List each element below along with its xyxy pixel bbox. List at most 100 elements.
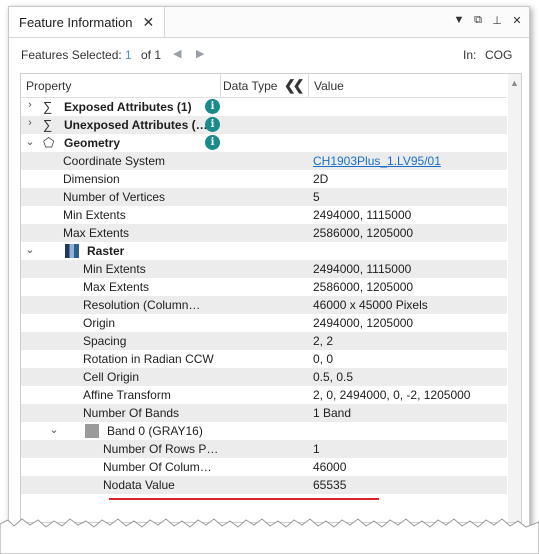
column-header-property[interactable]: Property bbox=[26, 79, 71, 93]
table-row[interactable]: ⌄ Band 0 (GRAY16) bbox=[21, 422, 507, 440]
sum-icon: ∑ bbox=[43, 117, 53, 132]
property-value: 0, 0 bbox=[313, 352, 334, 366]
property-value: 2, 2 bbox=[313, 334, 334, 348]
property-label: Origin bbox=[83, 316, 116, 330]
table-header: Property Data Type ❮❮ Value bbox=[21, 74, 507, 98]
table-row[interactable]: Number Of Colum… 46000 bbox=[21, 458, 507, 476]
property-label: Number of Vertices bbox=[63, 190, 166, 204]
expand-chevron-icon[interactable]: › bbox=[25, 117, 35, 129]
panel-menu-icon[interactable]: ▼ bbox=[452, 14, 466, 26]
table-row[interactable]: Min Extents 2494000, 1115000 bbox=[21, 206, 507, 224]
table-row[interactable]: Rotation in Radian CCW 0, 0 bbox=[21, 350, 507, 368]
feature-information-panel: Feature Information ✕ ▼ ⧉ ⊥ ✕ Features S… bbox=[8, 6, 530, 528]
property-label: Cell Origin bbox=[83, 370, 140, 384]
coordinate-system-link[interactable]: CH1903Plus_1.LV95/01 bbox=[313, 154, 441, 168]
property-value: 2494000, 1115000 bbox=[313, 262, 412, 276]
table-row[interactable]: Max Extents 2586000, 1205000 bbox=[21, 278, 507, 296]
property-label: Raster bbox=[87, 244, 125, 258]
table-rows: › ∑ Exposed Attributes (1) i › ∑ Unexposed Att… bbox=[21, 98, 507, 494]
table-row[interactable]: Spacing 2, 2 bbox=[21, 332, 507, 350]
table-row[interactable]: Dimension 2D bbox=[21, 170, 507, 188]
property-label: Dimension bbox=[63, 172, 120, 186]
tab-title: Feature Information bbox=[19, 14, 133, 30]
collapse-chevron-icon[interactable]: ⌄ bbox=[49, 423, 59, 436]
table-row[interactable]: › ∑ Exposed Attributes (1) i bbox=[21, 98, 507, 116]
table-row[interactable]: Coordinate System CH1903Plus_1.LV95/01 bbox=[21, 152, 507, 170]
collapse-chevron-icon[interactable]: ⌄ bbox=[25, 243, 35, 256]
table-row[interactable]: Number Of Rows P… 1 bbox=[21, 440, 507, 458]
property-value: 2586000, 1205000 bbox=[313, 280, 414, 294]
table-row[interactable]: Cell Origin 0.5, 0.5 bbox=[21, 368, 507, 386]
features-total: of 1 bbox=[141, 48, 162, 62]
table-row[interactable]: Min Extents 2494000, 1115000 bbox=[21, 260, 507, 278]
property-value: 46000 x 45000 Pixels bbox=[313, 298, 428, 312]
property-label: Resolution (Column… bbox=[83, 298, 201, 312]
table-row[interactable]: Origin 2494000, 1205000 bbox=[21, 314, 507, 332]
annotation-underline bbox=[109, 498, 379, 500]
collapse-chevron-icon[interactable]: ⌄ bbox=[25, 135, 35, 148]
info-icon[interactable]: i bbox=[205, 135, 220, 150]
property-label: Number Of Bands bbox=[83, 406, 180, 420]
close-panel-icon[interactable]: ✕ bbox=[510, 14, 524, 27]
table-row[interactable]: Max Extents 2586000, 1205000 bbox=[21, 224, 507, 242]
torn-edge-decoration bbox=[0, 518, 539, 554]
tab-bar: Feature Information ✕ ▼ ⧉ ⊥ ✕ bbox=[9, 7, 529, 38]
property-label: Rotation in Radian CCW bbox=[83, 352, 214, 366]
property-value: 1 Band bbox=[313, 406, 352, 420]
expand-chevron-icon[interactable]: › bbox=[25, 99, 35, 111]
property-label: Spacing bbox=[83, 334, 127, 348]
raster-icon bbox=[65, 244, 79, 258]
property-value: 0.5, 0.5 bbox=[313, 370, 354, 384]
table-row[interactable]: Number Of Bands 1 Band bbox=[21, 404, 507, 422]
table-row[interactable]: Number of Vertices 5 bbox=[21, 188, 507, 206]
property-label: Geometry bbox=[64, 136, 121, 150]
column-header-data-type[interactable]: Data Type bbox=[223, 79, 277, 93]
restore-icon[interactable]: ⧉ bbox=[471, 14, 485, 27]
property-value: 2494000, 1115000 bbox=[313, 208, 412, 222]
property-value: 46000 bbox=[313, 460, 347, 474]
property-value: 2, 0, 2494000, 0, -2, 1205000 bbox=[313, 388, 471, 402]
geometry-icon: ⬠ bbox=[43, 135, 55, 150]
column-divider[interactable] bbox=[308, 74, 309, 97]
property-label: Exposed Attributes (1) bbox=[64, 100, 192, 114]
scroll-up-icon[interactable]: ▲ bbox=[510, 78, 519, 88]
property-value: 2494000, 1205000 bbox=[313, 316, 414, 330]
in-label: In: bbox=[463, 48, 477, 62]
column-divider[interactable] bbox=[220, 74, 221, 97]
property-label: Min Extents bbox=[83, 262, 146, 276]
table-row[interactable]: ⌄ Raster bbox=[21, 242, 507, 260]
property-label: Nodata Value bbox=[103, 478, 175, 492]
in-dataset-value: COG bbox=[485, 48, 513, 62]
close-tab-icon[interactable]: ✕ bbox=[142, 14, 154, 31]
property-label: Band 0 (GRAY16) bbox=[107, 424, 203, 438]
table-row[interactable]: › ∑ Unexposed Attributes (… i bbox=[21, 116, 507, 134]
info-icon[interactable]: i bbox=[205, 99, 220, 114]
vertical-scrollbar[interactable] bbox=[508, 74, 521, 522]
property-label: Max Extents bbox=[63, 226, 130, 240]
property-label: Min Extents bbox=[63, 208, 126, 222]
table-row[interactable]: ⌄ ⬠ Geometry i bbox=[21, 134, 507, 152]
property-label: Unexposed Attributes (… bbox=[64, 118, 208, 132]
pin-icon[interactable]: ⊥ bbox=[490, 14, 504, 27]
column-header-value[interactable]: Value bbox=[314, 79, 344, 93]
property-label: Number Of Colum… bbox=[103, 460, 212, 474]
band-icon bbox=[85, 424, 99, 438]
collapse-column-icon[interactable]: ❮❮ bbox=[284, 77, 305, 94]
table-row[interactable]: Nodata Value 65535 bbox=[21, 476, 507, 494]
property-value: 2D bbox=[313, 172, 329, 186]
table-row[interactable]: Affine Transform 2, 0, 2494000, 0, -2, 12… bbox=[21, 386, 507, 404]
info-icon[interactable]: i bbox=[205, 117, 220, 132]
property-value: 1 bbox=[313, 442, 320, 456]
property-value: 5 bbox=[313, 190, 320, 204]
tab-feature-information[interactable]: Feature Information ✕ bbox=[9, 7, 166, 37]
property-value: 2586000, 1205000 bbox=[313, 226, 414, 240]
property-label: Affine Transform bbox=[83, 388, 171, 402]
property-value: 65535 bbox=[313, 478, 347, 492]
sum-icon: ∑ bbox=[43, 99, 53, 114]
property-label: Number Of Rows P… bbox=[103, 442, 219, 456]
table-row[interactable]: Resolution (Column… 46000 x 45000 Pixels bbox=[21, 296, 507, 314]
previous-feature-icon[interactable]: ◀ bbox=[173, 47, 181, 60]
next-feature-icon[interactable]: ▶ bbox=[196, 47, 204, 60]
features-selected-label: Features Selected: bbox=[21, 48, 122, 62]
property-table: Property Data Type ❮❮ Value › ∑ Exposed At… bbox=[20, 73, 522, 523]
